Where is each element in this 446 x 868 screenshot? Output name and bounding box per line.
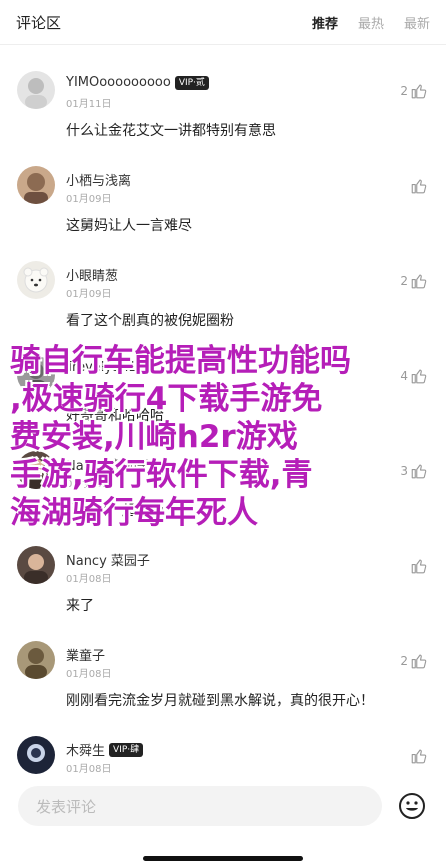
thumbs-up-icon xyxy=(411,749,427,764)
thumbs-up-icon xyxy=(411,654,427,669)
comment-item: 業童子 01月08日 刚刚看完流金岁月就碰到黑水解说，真的很开心！ 2 xyxy=(0,632,446,727)
username-text: 小栖与浅离 xyxy=(66,174,132,189)
username[interactable]: Nancy 菜园子 xyxy=(66,550,150,569)
tab-recommended[interactable]: 推荐 xyxy=(312,13,338,32)
overlay-line: ,极速骑行4下载手游免 xyxy=(10,381,323,417)
username-text: YIMOooooooooo xyxy=(66,75,171,90)
thumbs-up-icon xyxy=(411,84,427,99)
comment-item: 小眼睛葱 01月09日 看了这个剧真的被倪妮圈粉 2 xyxy=(0,252,446,347)
comment-text[interactable]: 刚刚看完流金岁月就碰到黑水解说，真的很开心！ xyxy=(66,690,374,710)
sort-tabs: 推荐 最热 最新 xyxy=(312,13,430,32)
thumbs-up-icon xyxy=(411,179,427,194)
like-count: 2 xyxy=(400,84,408,98)
avatar[interactable] xyxy=(17,71,55,109)
username-text: Nancy 菜园子 xyxy=(66,554,150,569)
overlay-line: 骑自行车能提高性功能吗 xyxy=(10,343,351,379)
like-button[interactable] xyxy=(410,747,428,765)
thumbs-up-icon xyxy=(411,559,427,574)
username[interactable]: 小栖与浅离 xyxy=(66,170,131,189)
like-count: 2 xyxy=(400,274,408,288)
overlay-line: 手游,骑行软件下载,青 xyxy=(10,457,313,493)
comment-text[interactable]: 这舅妈让人一言难尽 xyxy=(66,215,192,235)
avatar[interactable] xyxy=(17,261,55,299)
comment-text[interactable]: 看了这个剧真的被倪妮圈粉 xyxy=(66,310,234,330)
comment-item: Nancy 菜园子 01月08日 来了 xyxy=(0,537,446,632)
overlay-line: 海湖骑行每年死人 xyxy=(10,495,258,531)
header-divider xyxy=(0,44,446,45)
comment-item: YIMOooooooooo VIP·贰 01月11日 什么让金花艾文一讲都特别有… xyxy=(0,62,446,157)
like-count: 2 xyxy=(400,654,408,668)
username[interactable]: 木舜生 VIP·肆 xyxy=(66,740,144,759)
username-text: 業童子 xyxy=(66,649,106,664)
vip-badge: VIP·肆 xyxy=(109,742,144,757)
username[interactable]: 業童子 xyxy=(66,645,105,664)
emoji-icon[interactable] xyxy=(398,792,426,820)
avatar[interactable] xyxy=(17,546,55,584)
vip-badge: VIP·贰 xyxy=(174,75,209,90)
avatar[interactable] xyxy=(17,641,55,679)
like-button[interactable]: 2 xyxy=(400,272,428,290)
spam-overlay-text: 骑自行车能提高性功能吗 ,极速骑行4下载手游免 费安装,川崎h2r游戏 手游,骑… xyxy=(10,342,440,532)
avatar[interactable] xyxy=(17,166,55,204)
comment-item: 小栖与浅离 01月09日 这舅妈让人一言难尽 xyxy=(0,157,446,252)
username-text: 小眼睛葱 xyxy=(66,269,119,284)
tab-hottest[interactable]: 最热 xyxy=(358,13,384,32)
comment-text[interactable]: 什么让金花艾文一讲都特别有意思 xyxy=(66,120,276,140)
comment-header: 评论区 推荐 最热 最新 xyxy=(0,0,446,44)
like-button[interactable] xyxy=(410,557,428,575)
comment-date: 01月11日 xyxy=(66,99,112,110)
username[interactable]: 小眼睛葱 xyxy=(66,265,118,284)
comment-text[interactable]: 来了 xyxy=(66,595,94,615)
comment-input-bar: 发表评论 xyxy=(0,782,446,834)
avatar[interactable] xyxy=(17,736,55,774)
comment-input[interactable]: 发表评论 xyxy=(18,786,382,826)
username[interactable]: YIMOooooooooo VIP·贰 xyxy=(66,75,209,90)
comment-date: 01月09日 xyxy=(66,194,112,205)
like-button[interactable]: 2 xyxy=(400,652,428,670)
like-button[interactable]: 2 xyxy=(400,82,428,100)
home-indicator xyxy=(143,856,303,861)
comment-date: 01月08日 xyxy=(66,669,112,680)
overlay-line: 费安装,川崎h2r游戏 xyxy=(10,419,298,455)
comment-date: 01月08日 xyxy=(66,574,112,585)
comment-date: 01月08日 xyxy=(66,764,112,775)
page-title: 评论区 xyxy=(16,13,62,32)
tab-newest[interactable]: 最新 xyxy=(404,13,430,32)
like-button[interactable] xyxy=(410,177,428,195)
username-text: 木舜生 xyxy=(66,744,106,759)
thumbs-up-icon xyxy=(411,274,427,289)
comment-date: 01月09日 xyxy=(66,289,112,300)
